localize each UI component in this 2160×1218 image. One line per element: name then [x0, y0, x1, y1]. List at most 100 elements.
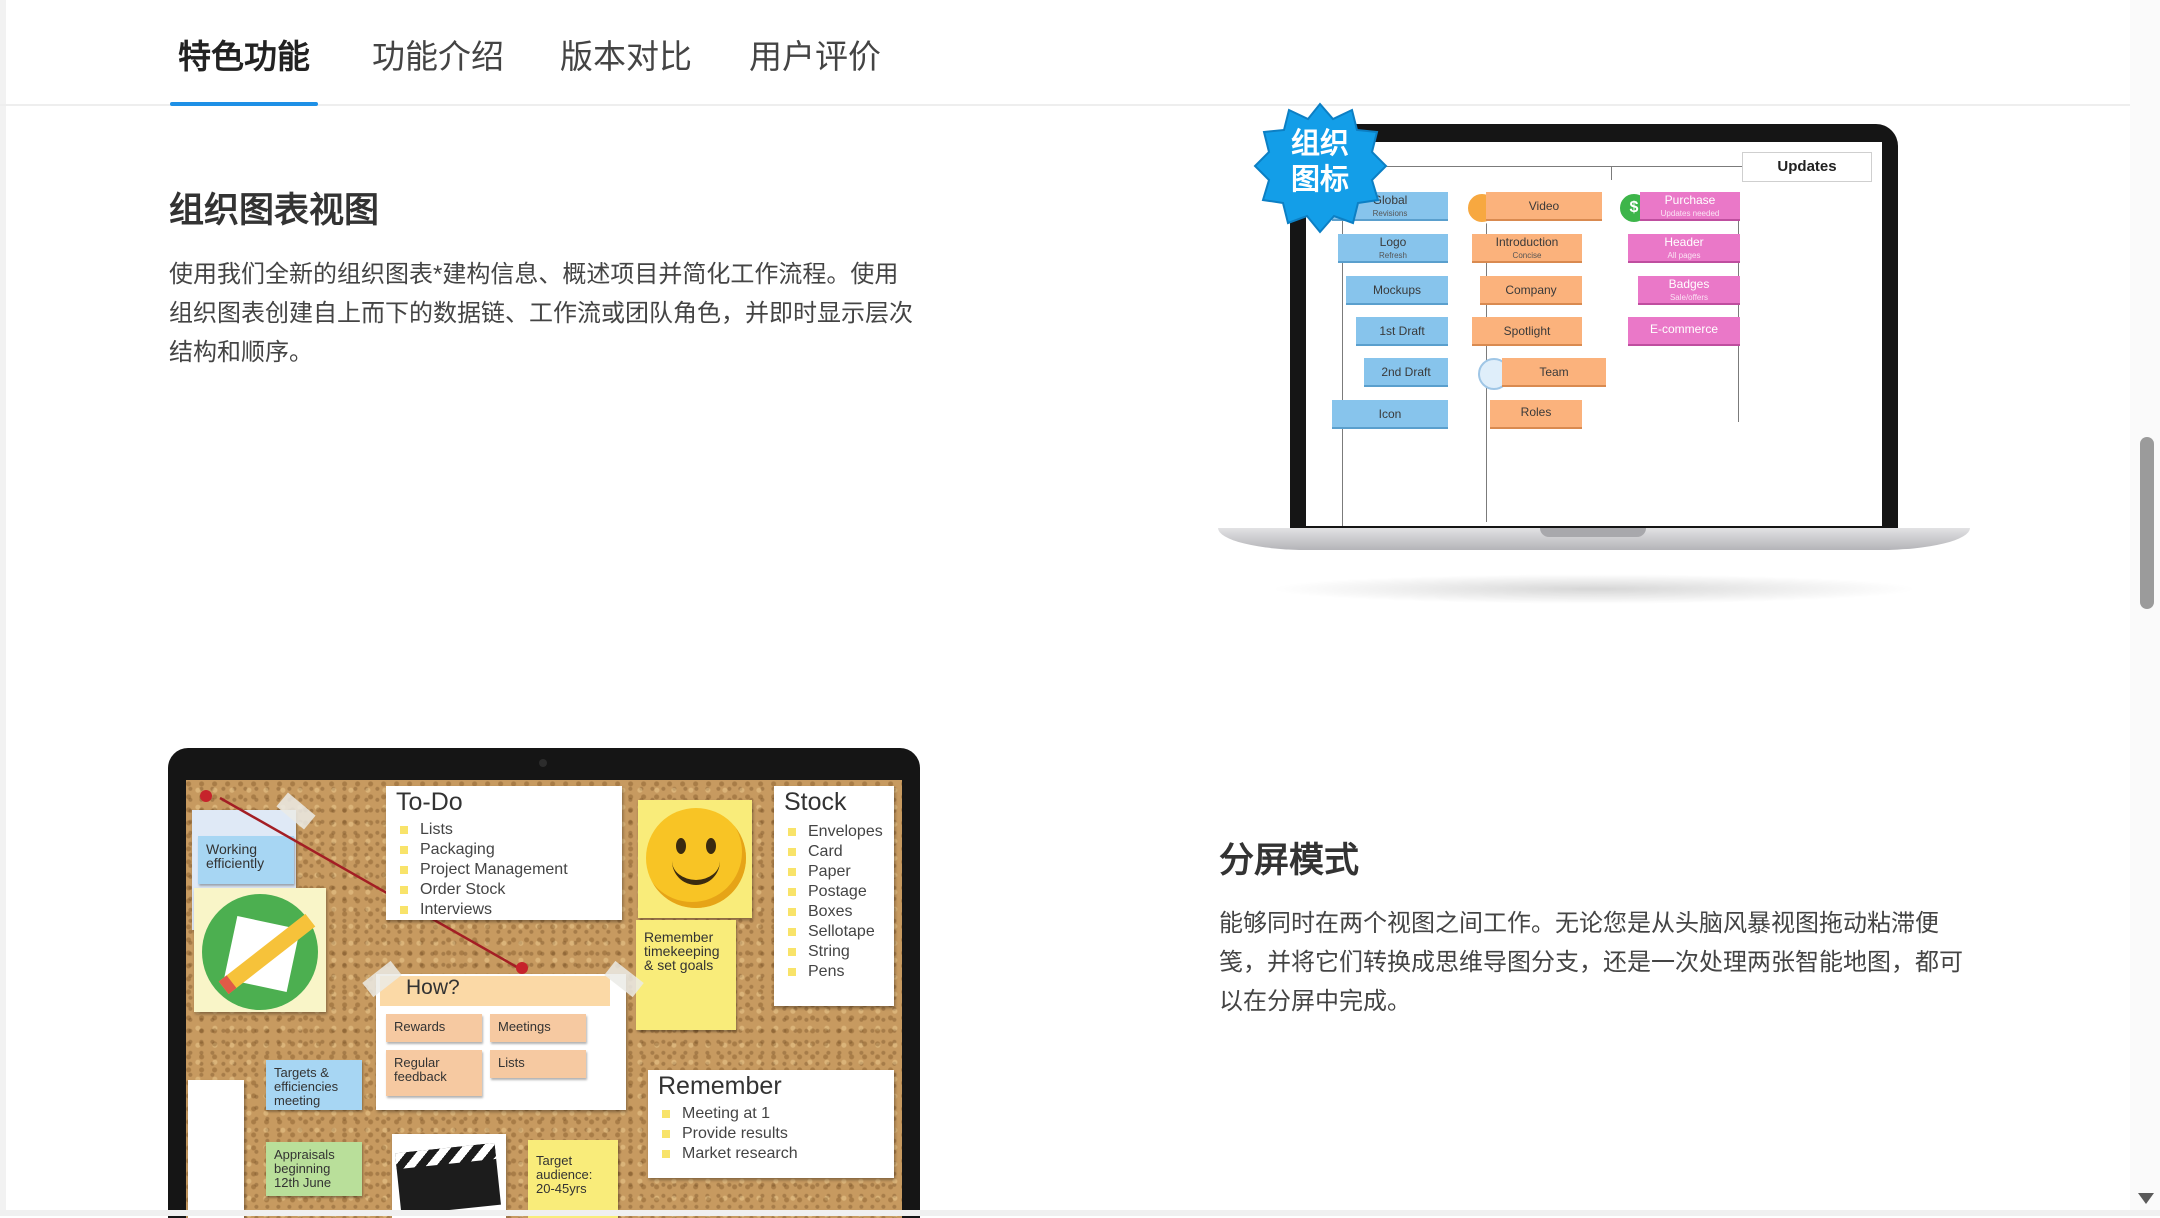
corkboard-screen: Working efficiently To-Do Lists Packagin… — [186, 780, 902, 1218]
split-screen-description: 能够同时在两个视图之间工作。无论您是从头脑风暴视图拖动粘滞便 笺，并将它们转换成… — [1219, 904, 2019, 1021]
badge-line: 组织 — [1290, 128, 1349, 160]
tab-featured-label: 特色功能 — [178, 38, 310, 75]
remember-paper: Remember Meeting at 1 Provide results Ma… — [648, 1070, 894, 1178]
todo-item: Lists — [400, 820, 453, 840]
tab-features-intro[interactable]: 功能介绍 — [372, 30, 504, 104]
smiley-face-icon — [646, 808, 746, 908]
how-paper: How? Rewards Meetings Regular feedback L… — [376, 974, 626, 1110]
page-bottom-edge — [0, 1210, 2160, 1216]
node-mockups: Mockups — [1346, 276, 1448, 305]
org-chart-desc-line: 组织图表创建自上而下的数据链、工作流或团队角色，并即时显示层次 — [169, 300, 913, 327]
stock-item: String — [788, 942, 850, 962]
feature-tab-bar: 特色功能 功能介绍 版本对比 用户评价 — [0, 0, 2130, 106]
sticky-timekeeping: Remember timekeeping & set goals — [636, 920, 736, 1030]
remember-item: Meeting at 1 — [662, 1104, 770, 1124]
todo-paper: To-Do Lists Packaging Project Management… — [386, 786, 622, 920]
node-header-label: Header — [1664, 235, 1704, 249]
node-updates: Updates — [1742, 152, 1872, 182]
node-spotlight: Spotlight — [1472, 317, 1582, 346]
smiley-eye — [676, 838, 686, 854]
node-header-sub: All pages — [1667, 251, 1701, 260]
node-ecommerce: E-commerce — [1628, 317, 1740, 346]
split-screen-desc-line: 能够同时在两个视图之间工作。无论您是从头脑风暴视图拖动粘滞便 — [1219, 910, 1939, 937]
active-tab-indicator — [170, 102, 318, 106]
node-header: Header All pages — [1628, 234, 1740, 263]
laptop-camera — [539, 759, 547, 767]
sticky-targets: Targets & efficiencies meeting — [266, 1060, 362, 1110]
brainstorm-laptop-image: Working efficiently To-Do Lists Packagin… — [168, 748, 920, 1218]
how-note: Meetings — [490, 1014, 586, 1042]
remember-item: Provide results — [662, 1124, 788, 1144]
todo-title: To-Do — [396, 788, 463, 816]
stock-item: Pens — [788, 962, 844, 982]
sticky-audience: Target audience: 20-45yrs — [528, 1140, 618, 1218]
split-screen-desc-line: 笺，并将它们转换成思维导图分支，还是一次处理两张智能地图，都可 — [1219, 949, 1963, 976]
tab-user-reviews-label: 用户评价 — [749, 38, 881, 75]
node-introduction-label: Introduction — [1495, 235, 1559, 249]
stock-item: Postage — [788, 882, 867, 902]
smiley-eye — [706, 838, 716, 854]
todo-item: Project Management — [400, 860, 568, 880]
push-pin-icon — [516, 962, 528, 974]
clapperboard-icon — [395, 1142, 501, 1216]
stock-item: Sellotape — [788, 922, 875, 942]
stock-title: Stock — [784, 788, 847, 816]
scrollbar-thumb[interactable] — [2140, 437, 2154, 609]
org-chart-description: 使用我们全新的组织图表*建构信息、概述项目并简化工作流程。使用 组织图表创建自上… — [169, 255, 949, 372]
how-note: Lists — [490, 1050, 586, 1078]
split-screen-desc-line: 以在分屏中完成。 — [1219, 988, 1411, 1015]
node-introduction: Introduction Concise — [1472, 234, 1582, 263]
clapper-stripes — [395, 1142, 497, 1170]
scroll-down-arrow-icon[interactable] — [2138, 1193, 2154, 1204]
node-badges-sub: Sale/offers — [1669, 293, 1709, 302]
tab-version-compare-label: 版本对比 — [560, 38, 692, 75]
org-chart-screen: Updates Global Revisions Logo Refresh Mock… — [1306, 142, 1882, 526]
stock-item: Paper — [788, 862, 851, 882]
page-edge — [0, 0, 6, 1216]
connector — [1611, 166, 1612, 180]
smiley-mouth — [672, 856, 720, 885]
tab-featured[interactable]: 特色功能 — [170, 30, 318, 106]
todo-item: Packaging — [400, 840, 495, 860]
blank-paper — [188, 1080, 244, 1218]
node-first-draft: 1st Draft — [1356, 317, 1448, 346]
node-logo: Logo Refresh — [1338, 234, 1448, 263]
laptop-notch — [1540, 528, 1646, 537]
org-chart-title: 组织图表视图 — [169, 191, 380, 230]
todo-item: Interviews — [400, 900, 492, 920]
how-note: Regular feedback — [386, 1050, 482, 1096]
tab-user-reviews[interactable]: 用户评价 — [749, 30, 881, 104]
how-note: Rewards — [386, 1014, 482, 1042]
how-title: How? — [406, 976, 460, 999]
stock-item: Card — [788, 842, 843, 862]
split-screen-title: 分屏模式 — [1219, 841, 1360, 880]
laptop-shadow — [1268, 574, 1920, 604]
stock-item: Envelopes — [788, 822, 883, 842]
node-badges: Badges Sale/offers — [1638, 276, 1740, 305]
todo-item: Order Stock — [400, 880, 505, 900]
node-team: Team — [1502, 358, 1606, 387]
sticky-appraisals: Appraisals beginning 12th June — [266, 1142, 362, 1196]
node-purchase-sub: Updates needed — [1660, 209, 1720, 218]
node-introduction-sub: Concise — [1512, 251, 1542, 260]
remember-title: Remember — [658, 1072, 782, 1100]
node-roles: Roles — [1490, 400, 1582, 429]
tab-features-intro-label: 功能介绍 — [372, 38, 504, 75]
node-purchase-label: Purchase — [1664, 193, 1716, 207]
laptop-lid: Working efficiently To-Do Lists Packagin… — [168, 748, 920, 1218]
page-scrollbar[interactable] — [2130, 0, 2160, 1216]
node-video: Video — [1486, 192, 1602, 221]
node-purchase: Purchase Updates needed — [1640, 192, 1740, 221]
node-second-draft: 2nd Draft — [1364, 358, 1448, 387]
org-chart-desc-line: 使用我们全新的组织图表*建构信息、概述项目并简化工作流程。使用 — [169, 261, 899, 288]
node-logo-sub: Refresh — [1378, 251, 1407, 260]
badge-line: 图标 — [1290, 164, 1349, 196]
node-badges-label: Badges — [1668, 277, 1710, 291]
smiley-note — [638, 800, 752, 918]
badge-label: 组织 图标 — [1252, 126, 1388, 198]
stock-item: Boxes — [788, 902, 852, 922]
remember-item: Market research — [662, 1144, 798, 1164]
tab-version-compare[interactable]: 版本对比 — [560, 30, 692, 104]
stock-paper: Stock Envelopes Card Paper Postage Boxes… — [774, 786, 894, 1006]
org-chart-desc-line: 结构和顺序。 — [169, 339, 313, 366]
